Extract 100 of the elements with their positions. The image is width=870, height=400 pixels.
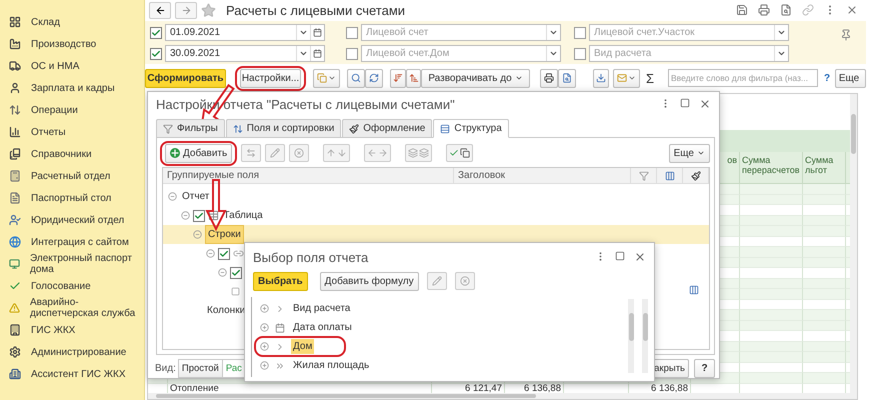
arrows-icon <box>9 104 21 116</box>
collapse-icon[interactable] <box>193 230 202 239</box>
sidebar-item[interactable]: Справочники <box>0 143 144 165</box>
sidebar-item[interactable]: Юридический отдел <box>0 209 144 231</box>
check-all-button[interactable] <box>446 144 474 162</box>
back-button[interactable] <box>149 2 171 18</box>
checkbox[interactable] <box>346 26 358 38</box>
sidebar-item[interactable]: Интеграция с сайтом <box>0 231 144 253</box>
mail-button[interactable] <box>613 68 640 88</box>
checkbox[interactable] <box>574 48 586 60</box>
search-button[interactable] <box>347 68 365 88</box>
field-item[interactable]: Вид расчета <box>252 299 646 318</box>
sidebar-item[interactable]: Склад <box>0 11 144 33</box>
scrollbar[interactable] <box>628 299 634 373</box>
tab[interactable]: Поля и сортировки <box>226 119 342 138</box>
field-item[interactable]: Дата оплаты <box>252 318 646 337</box>
checkbox[interactable] <box>346 48 358 60</box>
more-button[interactable]: Еще <box>668 144 710 162</box>
checkbox[interactable] <box>574 26 586 38</box>
sidebar-item[interactable]: Паспортный стол <box>0 187 144 209</box>
sum-button[interactable]: Σ <box>646 70 660 86</box>
view-option[interactable]: Простой <box>178 359 223 378</box>
delete-button[interactable] <box>454 272 475 290</box>
delete-button[interactable] <box>289 144 310 162</box>
table-cell <box>803 205 846 216</box>
preview-icon[interactable] <box>780 4 792 16</box>
collapse-icon[interactable] <box>218 268 227 277</box>
sidebar-item[interactable]: Администрирование <box>0 341 144 363</box>
checkbox[interactable] <box>218 248 230 260</box>
sidebar-item[interactable]: Ассистент ГИС ЖКХ <box>0 363 144 385</box>
pin-icon[interactable] <box>840 29 852 41</box>
expand-icon[interactable] <box>260 323 269 332</box>
move-left-right-button[interactable] <box>364 144 392 162</box>
field-item[interactable]: Дом <box>252 337 646 356</box>
sidebar-item[interactable]: Производство <box>0 33 144 55</box>
tab[interactable]: Фильтры <box>156 119 225 138</box>
edit-button[interactable] <box>265 144 286 162</box>
edit-button[interactable] <box>426 272 447 290</box>
field-item[interactable]: Жилая площадь <box>252 356 646 375</box>
move-up-down-button[interactable] <box>323 144 350 162</box>
expand-icon[interactable] <box>260 342 269 351</box>
tree-item[interactable]: Таблица <box>222 207 265 224</box>
generate-button[interactable]: Сформировать <box>145 68 226 88</box>
move-button[interactable] <box>241 144 262 162</box>
search-field[interactable]: Введите слово для фильтра (наз... <box>668 69 818 87</box>
sidebar-item[interactable]: Аварийно-диспетчерская служба <box>0 297 144 319</box>
sidebar-item[interactable]: Голосование <box>0 275 144 297</box>
grid-icon <box>9 16 21 28</box>
sidebar-item[interactable]: Операции <box>0 99 144 121</box>
close-icon[interactable] <box>699 98 711 110</box>
add-button[interactable]: Добавить <box>165 144 232 162</box>
collapse-icon[interactable] <box>206 249 214 258</box>
date-field[interactable]: 01.09.2021 <box>165 24 325 41</box>
maximize-icon[interactable] <box>680 98 690 108</box>
settings-button[interactable]: Настройки... <box>240 68 301 88</box>
date-field[interactable]: 30.09.2021 <box>165 45 325 62</box>
sidebar-item[interactable]: Расчетный отдел <box>0 165 144 187</box>
tree-item[interactable]: Отчет <box>180 188 212 205</box>
refresh-search-button[interactable] <box>365 68 383 88</box>
sidebar-item[interactable]: ГИС ЖКХ <box>0 319 144 341</box>
expand-icon[interactable] <box>260 361 269 370</box>
checkbox[interactable] <box>150 48 162 60</box>
checkbox[interactable] <box>230 266 242 278</box>
variant-button[interactable] <box>313 68 340 88</box>
expand-button[interactable]: Разворачивать до <box>421 68 530 88</box>
preview-button[interactable] <box>558 68 576 88</box>
checkbox[interactable] <box>192 210 204 222</box>
horizontal-scrollbar[interactable] <box>148 393 857 399</box>
vertical-scrollbar[interactable] <box>850 94 857 393</box>
sidebar-item[interactable]: Отчеты <box>0 121 144 143</box>
close-icon[interactable] <box>634 251 646 263</box>
checkbox[interactable] <box>150 26 162 38</box>
star-icon[interactable] <box>201 2 216 18</box>
group-button[interactable] <box>405 144 432 162</box>
add-formula-button[interactable]: Добавить формулу <box>320 272 419 290</box>
sidebar-item[interactable]: Электронный паспорт дома <box>0 253 144 275</box>
tree-item[interactable]: Колонки <box>205 302 248 319</box>
download-button[interactable] <box>593 68 609 88</box>
collapse-icon[interactable] <box>180 211 190 220</box>
sidebar-item[interactable]: Зарплата и кадры <box>0 77 144 99</box>
print-button[interactable] <box>540 68 558 88</box>
scrollbar[interactable] <box>642 299 648 373</box>
collapse-icon[interactable] <box>168 192 177 201</box>
help-link[interactable]: ? <box>824 72 832 84</box>
maximize-icon[interactable] <box>615 251 625 261</box>
help-button[interactable]: ? <box>694 359 715 378</box>
choose-button[interactable]: Выбрать <box>253 272 308 290</box>
link-icon[interactable] <box>802 4 814 16</box>
expand-icon[interactable] <box>260 304 269 313</box>
sort-ascending-button[interactable] <box>406 68 421 88</box>
print-icon[interactable] <box>758 4 770 16</box>
tab[interactable]: Структура <box>433 119 509 138</box>
more-button[interactable]: Еще <box>835 68 866 88</box>
sidebar-item[interactable]: ОС и НМА <box>0 55 144 77</box>
calendar-icon <box>275 322 285 332</box>
save-icon[interactable] <box>736 4 748 16</box>
tab[interactable]: Оформление <box>342 119 432 138</box>
close-icon[interactable] <box>846 4 858 16</box>
sort-descending-button[interactable] <box>390 68 406 88</box>
tree-item[interactable]: Строки <box>205 225 244 244</box>
